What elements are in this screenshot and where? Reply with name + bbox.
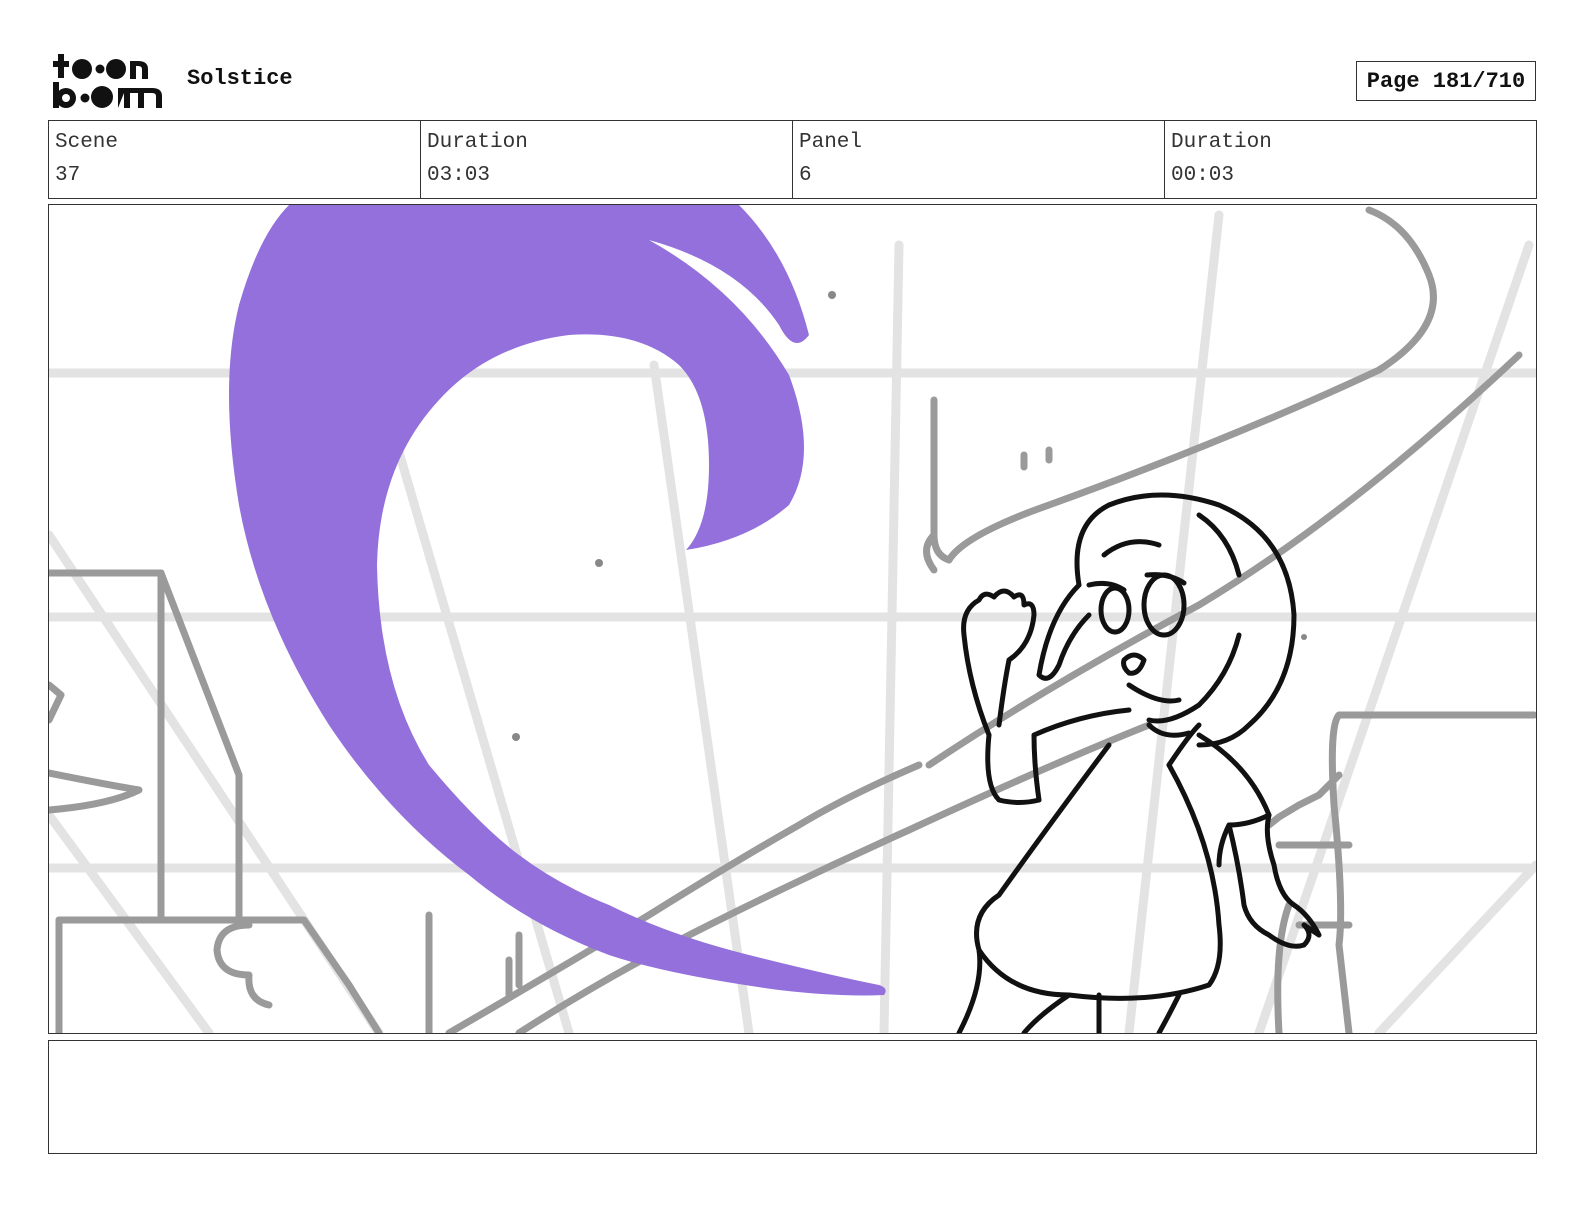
- scene-duration-cell: Duration 03:03: [421, 121, 793, 198]
- panel-value: 6: [799, 164, 812, 187]
- panel-cell: Panel 6: [793, 121, 1165, 198]
- panel-info-table: Scene 37 Duration 03:03 Panel 6 Duration…: [48, 120, 1537, 199]
- panel-notes-box: [48, 1040, 1537, 1154]
- storyboard-sketch-icon: [49, 205, 1536, 1033]
- panel-duration-cell: Duration 00:03: [1165, 121, 1536, 198]
- scene-label: Scene: [55, 131, 119, 154]
- scene-duration-value: 03:03: [427, 164, 491, 187]
- storyboard-panel-image: [48, 204, 1537, 1034]
- project-title: Solstice: [187, 66, 293, 91]
- scene-value: 37: [55, 164, 81, 187]
- scene-cell: Scene 37: [49, 121, 421, 198]
- scene-duration-label: Duration: [427, 131, 528, 154]
- toon-boom-logo: [52, 52, 164, 110]
- panel-label: Panel: [799, 131, 863, 154]
- page-counter: Page 181/710: [1356, 61, 1536, 101]
- panel-duration-value: 00:03: [1171, 164, 1235, 187]
- panel-duration-label: Duration: [1171, 131, 1272, 154]
